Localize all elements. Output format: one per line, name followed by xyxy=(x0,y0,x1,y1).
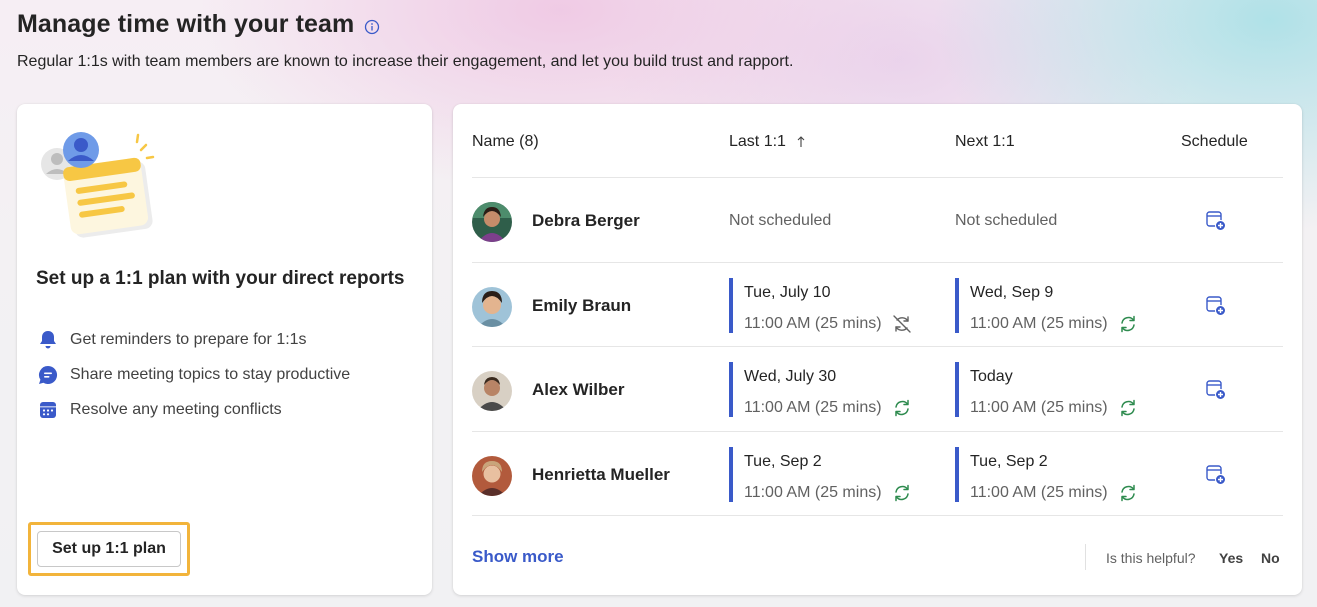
next-meeting-date: Wed, Sep 9 xyxy=(970,283,1054,301)
page-title: Manage time with your team xyxy=(17,10,355,38)
team-table-card: Name (8) Last 1:1 Next 1:1 Schedule Debr… xyxy=(453,104,1302,595)
next-meeting: Wed, Sep 9 11:00 AM (25 mins) xyxy=(955,277,1139,333)
last-meeting-time: 11:00 AM (25 mins) xyxy=(744,483,882,501)
feature-item-reminders: Get reminders to prepare for 1:1s xyxy=(38,322,350,357)
schedule-meeting-icon[interactable] xyxy=(1205,295,1227,317)
show-more-link[interactable]: Show more xyxy=(472,547,564,567)
team-table: Name (8) Last 1:1 Next 1:1 Schedule Debr… xyxy=(472,104,1283,516)
column-header-schedule: Schedule xyxy=(1181,133,1248,151)
table-row: Debra Berger Not scheduled Not scheduled xyxy=(472,178,1283,263)
last-meeting-time: 11:00 AM (25 mins) xyxy=(744,399,882,416)
person-name[interactable]: Alex Wilber xyxy=(532,380,624,400)
column-header-next[interactable]: Next 1:1 xyxy=(955,133,1015,151)
chat-icon xyxy=(38,365,58,385)
avatar xyxy=(472,286,512,327)
last-meeting: Tue, July 10 11:00 AM (25 mins) xyxy=(729,277,913,333)
page-header: Manage time with your team xyxy=(17,10,380,39)
footer-divider xyxy=(1085,544,1086,570)
feature-label: Get reminders to prepare for 1:1s xyxy=(70,330,307,348)
next-meeting: Today 11:00 AM (25 mins) xyxy=(955,362,1139,417)
column-header-last[interactable]: Last 1:1 xyxy=(729,133,806,151)
setup-plan-button[interactable]: Set up 1:1 plan xyxy=(37,531,181,567)
last-meeting-date: Wed, July 30 xyxy=(744,368,837,385)
column-header-label: Schedule xyxy=(1181,133,1248,150)
plan-heading: Set up a 1:1 plan with your direct repor… xyxy=(36,268,405,289)
info-icon[interactable] xyxy=(364,19,380,35)
table-row: Emily Braun Tue, July 10 11:00 AM (25 mi… xyxy=(472,263,1283,347)
last-meeting-date: Tue, Sep 2 xyxy=(744,452,822,470)
feedback-no-button[interactable]: No xyxy=(1261,550,1280,566)
next-meeting-date: Tue, Sep 2 xyxy=(970,452,1048,470)
column-header-label: Next 1:1 xyxy=(955,133,1015,150)
feature-list: Get reminders to prepare for 1:1s Share … xyxy=(38,322,350,427)
table-header: Name (8) Last 1:1 Next 1:1 Schedule xyxy=(472,104,1283,178)
feature-label: Share meeting topics to stay productive xyxy=(70,365,351,383)
schedule-meeting-icon[interactable] xyxy=(1205,464,1227,486)
recurrence-icon xyxy=(894,399,909,417)
recurrence-icon xyxy=(1120,399,1135,417)
schedule-meeting-icon[interactable] xyxy=(1205,379,1227,401)
setup-button-focus-ring: Set up 1:1 plan xyxy=(28,522,190,576)
last-meeting: Tue, Sep 2 11:00 AM (25 mins) xyxy=(729,446,913,502)
recurrence-icon xyxy=(894,484,909,501)
one-on-one-illustration xyxy=(41,132,155,238)
recurrence-off-icon xyxy=(892,314,911,333)
calendar-icon xyxy=(38,400,58,420)
recurrence-icon xyxy=(1120,484,1135,501)
person-name[interactable]: Emily Braun xyxy=(532,296,631,316)
bell-icon xyxy=(38,330,58,350)
last-meeting: Wed, July 30 11:00 AM (25 mins) xyxy=(729,362,913,417)
feature-item-topics: Share meeting topics to stay productive xyxy=(38,357,350,392)
sort-ascending-icon xyxy=(797,136,805,147)
next-meeting-status: Not scheduled xyxy=(955,212,1058,229)
avatar xyxy=(472,202,512,242)
feature-item-conflicts: Resolve any meeting conflicts xyxy=(38,392,350,427)
page-subtitle: Regular 1:1s with team members are known… xyxy=(17,53,794,70)
feature-label: Resolve any meeting conflicts xyxy=(70,400,282,418)
avatar xyxy=(472,371,512,411)
next-meeting-time: 11:00 AM (25 mins) xyxy=(970,314,1108,332)
next-meeting-date: Today xyxy=(970,368,1013,385)
column-header-label: Name (8) xyxy=(472,133,539,150)
last-meeting-status: Not scheduled xyxy=(729,212,832,229)
last-meeting-date: Tue, July 10 xyxy=(744,283,831,301)
table-row: Alex Wilber Wed, July 30 11:00 AM (25 mi… xyxy=(472,347,1283,432)
table-row: Henrietta Mueller Tue, Sep 2 11:00 AM (2… xyxy=(472,432,1283,516)
schedule-meeting-icon[interactable] xyxy=(1205,210,1227,232)
helpful-prompt: Is this helpful? xyxy=(1106,550,1196,566)
column-header-label: Last 1:1 xyxy=(729,133,786,150)
person-name[interactable]: Debra Berger xyxy=(532,211,640,231)
column-header-name[interactable]: Name (8) xyxy=(472,133,539,151)
next-meeting-time: 11:00 AM (25 mins) xyxy=(970,483,1108,501)
next-meeting: Tue, Sep 2 11:00 AM (25 mins) xyxy=(955,446,1139,502)
person-name[interactable]: Henrietta Mueller xyxy=(532,465,670,485)
last-meeting-time: 11:00 AM (25 mins) xyxy=(744,314,882,332)
avatar xyxy=(472,455,512,496)
recurrence-icon xyxy=(1120,315,1135,332)
plan-card: Set up a 1:1 plan with your direct repor… xyxy=(17,104,432,595)
next-meeting-time: 11:00 AM (25 mins) xyxy=(970,399,1108,416)
table-footer: Show more Is this helpful? Yes No xyxy=(472,542,1283,572)
feedback-yes-button[interactable]: Yes xyxy=(1219,550,1243,566)
